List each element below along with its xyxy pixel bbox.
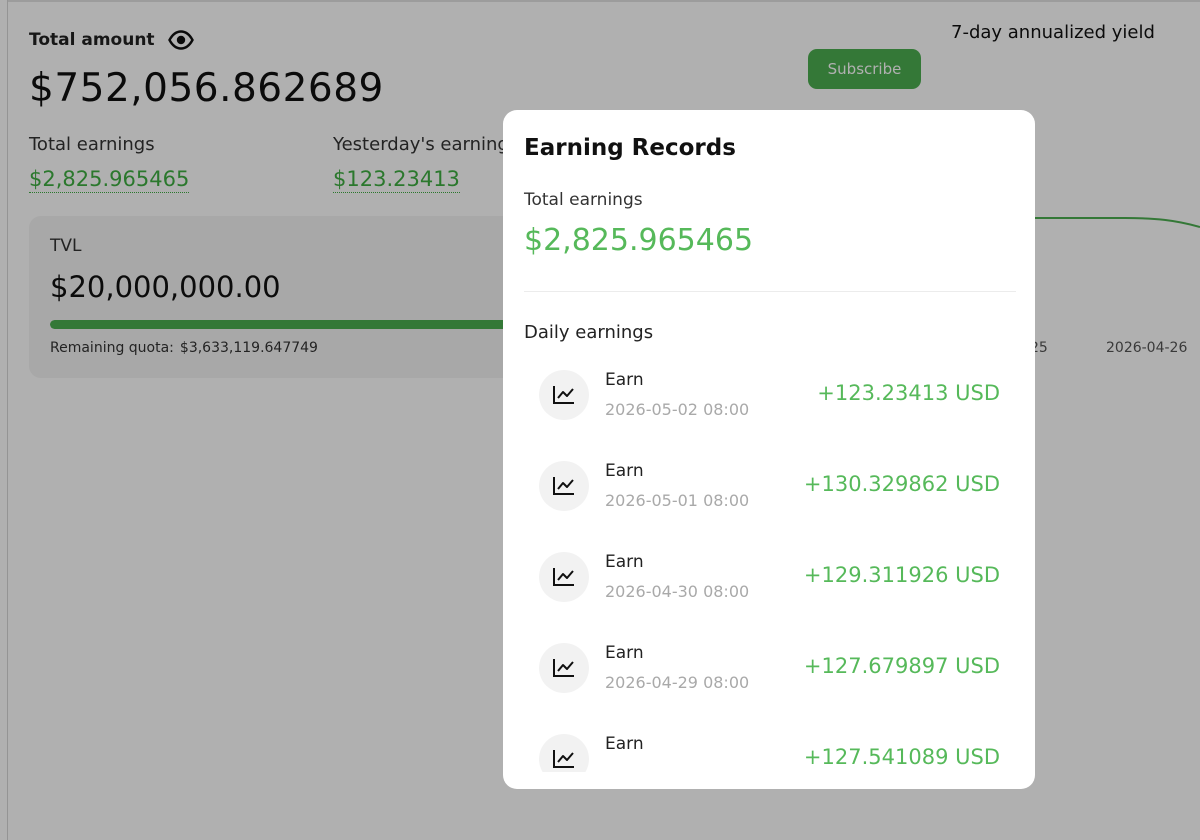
record-time: 2026-05-02 08:00: [605, 400, 750, 419]
divider: [524, 291, 1016, 292]
chart-icon: [539, 734, 589, 772]
chart-icon: [539, 370, 589, 420]
record-time: 2026-04-30 08:00: [605, 582, 750, 601]
modal-title: Earning Records: [524, 135, 736, 161]
record-type: Earn: [605, 734, 644, 754]
record-amount: +123.23413 USD: [817, 381, 1000, 405]
list-item[interactable]: Earn 2026-05-02 08:00 +123.23413 USD: [503, 360, 1035, 451]
daily-earnings-label: Daily earnings: [524, 322, 654, 343]
record-type: Earn: [605, 643, 644, 663]
list-item[interactable]: Earn 2026-04-30 08:00 +129.311926 USD: [503, 542, 1035, 633]
earning-records-list[interactable]: Earn 2026-05-02 08:00 +123.23413 USD Ear…: [503, 360, 1035, 772]
record-amount: +127.679897 USD: [803, 654, 1000, 678]
modal-total-earnings-label: Total earnings: [524, 190, 643, 210]
modal-total-earnings-value: $2,825.965465: [524, 223, 754, 258]
record-amount: +129.311926 USD: [803, 563, 1000, 587]
earning-records-modal: Earning Records Total earnings $2,825.96…: [503, 110, 1035, 789]
record-type: Earn: [605, 552, 644, 572]
record-amount: +130.329862 USD: [803, 472, 1000, 496]
chart-icon: [539, 461, 589, 511]
record-type: Earn: [605, 461, 644, 481]
chart-icon: [539, 552, 589, 602]
list-item[interactable]: Earn 2026-05-01 08:00 +130.329862 USD: [503, 451, 1035, 542]
record-time: 2026-05-01 08:00: [605, 491, 750, 510]
chart-icon: [539, 643, 589, 693]
list-item[interactable]: Earn +127.541089 USD: [503, 724, 1035, 772]
record-time: 2026-04-29 08:00: [605, 673, 750, 692]
record-type: Earn: [605, 370, 644, 390]
list-item[interactable]: Earn 2026-04-29 08:00 +127.679897 USD: [503, 633, 1035, 724]
record-amount: +127.541089 USD: [803, 745, 1000, 769]
